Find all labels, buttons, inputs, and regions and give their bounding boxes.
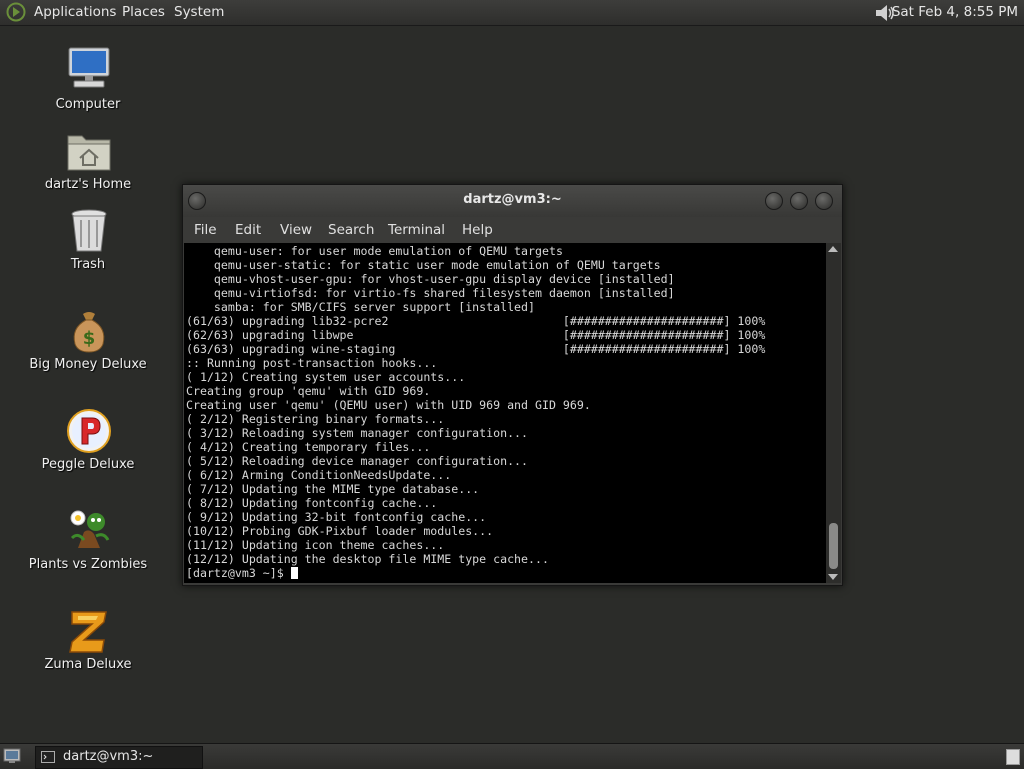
home-folder-icon (67, 135, 111, 171)
terminal-output: qemu-user: for user mode emulation of QE… (186, 244, 766, 566)
menu-view[interactable]: View (280, 222, 312, 238)
desktop-icon-big-money[interactable]: $ Big Money Deluxe (28, 308, 148, 378)
distro-logo-icon[interactable] (6, 2, 26, 22)
desktop-icon-label: Peggle Deluxe (41, 457, 135, 472)
menu-search[interactable]: Search (328, 222, 374, 238)
computer-icon (68, 47, 110, 88)
money-bag-icon: $ (73, 312, 105, 353)
workspace-switcher-icon[interactable] (1006, 749, 1020, 765)
window-title: dartz@vm3:~ (463, 192, 562, 207)
svg-text:$: $ (83, 328, 96, 349)
plants-vs-zombies-icon (70, 510, 110, 548)
bottom-panel: dartz@vm3:~ (0, 743, 1024, 769)
terminal-scrollbar[interactable] (826, 243, 841, 583)
desktop-icon-home[interactable]: dartz's Home (28, 128, 148, 198)
desktop-icon-computer[interactable]: Computer (28, 46, 148, 116)
menu-file[interactable]: File (194, 222, 217, 238)
terminal-output-area[interactable]: qemu-user: for user mode emulation of QE… (184, 243, 826, 583)
desktop-icon-label: Plants vs Zombies (28, 557, 148, 572)
top-panel: Applications Places System Sat Feb 4, 8:… (0, 0, 1024, 26)
desktop-icon-label: Big Money Deluxe (29, 357, 147, 372)
menu-system[interactable]: System (174, 4, 224, 20)
shell-prompt: [dartz@vm3 ~]$ (186, 566, 291, 580)
clock[interactable]: Sat Feb 4, 8:55 PM (892, 4, 1018, 20)
terminal-menu-bar: File Edit View Search Terminal Help (183, 217, 842, 243)
terminal-icon (41, 751, 55, 763)
minimize-icon[interactable] (765, 192, 783, 210)
desktop-icon-zuma[interactable]: Zuma Deluxe (28, 608, 148, 678)
menu-applications[interactable]: Applications (34, 4, 116, 20)
desktop-icon-label: Zuma Deluxe (44, 657, 132, 672)
taskbar-item-label: dartz@vm3:~ (63, 749, 154, 764)
menu-terminal[interactable]: Terminal (388, 222, 445, 238)
trash-icon (71, 209, 107, 252)
close-icon[interactable] (815, 192, 833, 210)
desktop-icon-label: Trash (70, 257, 106, 272)
scroll-up-arrow-icon[interactable] (828, 246, 838, 252)
scroll-down-arrow-icon[interactable] (828, 574, 838, 580)
text-cursor (290, 567, 298, 579)
desktop-icon-label: dartz's Home (44, 177, 132, 192)
menu-help[interactable]: Help (462, 222, 493, 238)
menu-places[interactable]: Places (122, 4, 165, 20)
desktop-icon-peggle[interactable]: Peggle Deluxe (28, 408, 148, 478)
prompt-line[interactable]: [dartz@vm3 ~]$ (184, 566, 826, 580)
maximize-icon[interactable] (790, 192, 808, 210)
peggle-icon (67, 409, 111, 453)
desktop-icon-plants-vs-zombies[interactable]: Plants vs Zombies (28, 508, 148, 578)
desktop-icon-label: Computer (55, 97, 121, 112)
taskbar-item-terminal[interactable]: dartz@vm3:~ (35, 746, 203, 769)
title-bar[interactable]: dartz@vm3:~ (183, 185, 842, 217)
show-desktop-icon[interactable] (3, 748, 21, 764)
scrollbar-thumb[interactable] (829, 523, 838, 569)
zuma-icon (69, 611, 107, 653)
desktop-icon-trash[interactable]: Trash (28, 208, 148, 278)
terminal-window[interactable]: dartz@vm3:~ File Edit View Search Termin… (182, 184, 843, 586)
menu-edit[interactable]: Edit (235, 222, 261, 238)
